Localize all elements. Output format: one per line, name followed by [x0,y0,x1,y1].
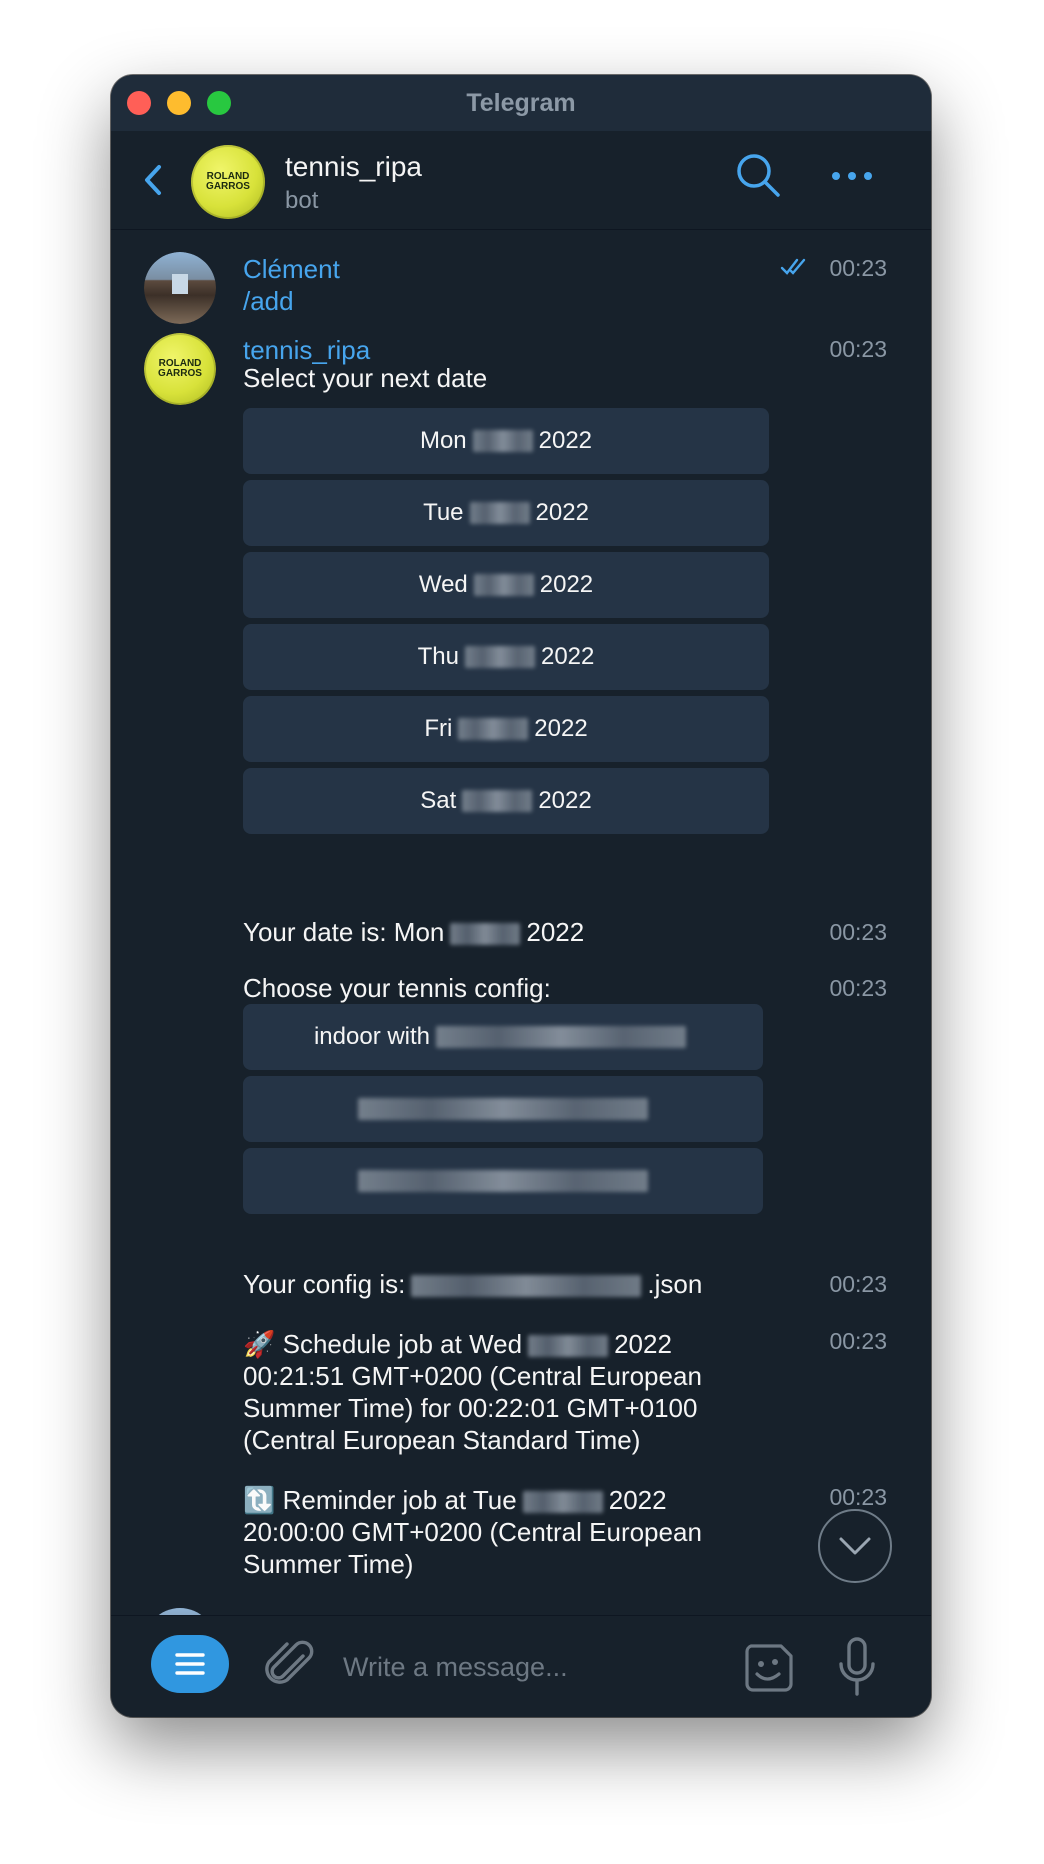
message-list[interactable]: Clément /add 00:23 ROLAND GARROS tennis_… [111,230,931,1690]
read-ticks-icon [780,258,806,275]
reminder-year: 2022 [608,1485,667,1515]
date-button-thu[interactable]: Thu 2022 [243,624,769,690]
date-button-day: Sat [420,787,457,814]
date-button-day: Tue [423,499,464,526]
chat-name[interactable]: tennis_ripa [285,151,422,183]
message-time: 00:23 [829,1271,887,1297]
date-button-fri[interactable]: Fri 2022 [243,696,769,762]
date-button-sat[interactable]: Sat 2022 [243,768,769,834]
message-input[interactable] [341,1646,705,1688]
user-avatar[interactable] [144,252,216,324]
date-button-year: 2022 [535,499,589,526]
date-confirmation-year: 2022 [526,917,585,947]
message-sender[interactable]: Clément [243,254,340,285]
scroll-down-button[interactable] [818,1509,892,1583]
reminder-line: Summer Time) [243,1549,414,1579]
date-button-year: 2022 [538,427,593,454]
minimize-window-button[interactable] [167,91,191,115]
config-confirmation-suffix: .json [647,1269,703,1299]
menu-icon [175,1653,205,1675]
message-time: 00:23 [829,975,887,1001]
date-button-year: 2022 [538,787,592,814]
avatar-logo-text: GARROS [206,181,250,192]
paperclip-icon[interactable] [265,1636,315,1694]
title-bar: Telegram [111,75,931,131]
zoom-window-button[interactable] [207,91,231,115]
message-text: Select your next date [243,363,488,393]
reminder-message: 🔃 Reminder job at Tue 2022 20:00:00 GMT+0… [243,1484,702,1580]
date-button-wed[interactable]: Wed 2022 [243,552,769,618]
window-title: Telegram [466,88,576,117]
reminder-line: 20:00:00 GMT+0200 (Central European [243,1517,702,1547]
chat-header: ROLAND GARROS tennis_ripa bot [111,131,931,230]
date-button-year: 2022 [540,643,595,670]
message-composer [111,1615,931,1717]
date-button-year: 2022 [539,571,594,598]
message-time: 00:23 [829,255,887,281]
config-button-2[interactable] [243,1076,763,1142]
more-icon[interactable] [829,161,875,191]
message-time: 00:23 [829,1328,887,1354]
message-time: 00:23 [829,919,887,945]
schedule-line: (Central European Standard Time) [243,1425,641,1455]
schedule-line: 00:21:51 GMT+0200 (Central European [243,1361,702,1391]
config-button-label: indoor with [313,1023,431,1050]
message-text: Choose your tennis config: [243,973,551,1003]
config-button-3[interactable] [243,1148,763,1214]
telegram-window: Telegram ROLAND GARROS tennis_ripa bot C… [111,75,931,1717]
schedule-year: 2022 [614,1329,672,1359]
date-button-day: Thu [417,643,459,670]
config-confirmation: Your config is: .json [243,1268,702,1300]
schedule-line: 🚀 Schedule job at Wed [243,1329,523,1359]
schedule-line: Summer Time) for 00:22:01 GMT+0100 [243,1393,698,1423]
bot-avatar[interactable]: ROLAND GARROS [144,333,216,405]
reminder-line: 🔃 Reminder job at Tue [243,1485,517,1515]
date-confirmation-prefix: Your date is: Mon [243,917,445,947]
close-window-button[interactable] [127,91,151,115]
config-button-1[interactable]: indoor with [243,1004,763,1070]
date-button-mon[interactable]: Mon 2022 [243,408,769,474]
date-button-day: Fri [424,715,453,742]
date-button-year: 2022 [534,715,588,742]
config-confirmation-prefix: Your config is: [243,1269,406,1299]
message-time: 00:23 [829,1484,887,1510]
search-icon[interactable] [734,151,782,199]
date-confirmation: Your date is: Mon 2022 [243,916,584,948]
date-button-day: Wed [418,571,468,598]
chat-avatar[interactable]: ROLAND GARROS [191,145,265,219]
chat-status: bot [285,187,319,214]
date-button-tue[interactable]: Tue 2022 [243,480,769,546]
microphone-icon[interactable] [835,1636,879,1698]
bot-menu-button[interactable] [151,1635,229,1693]
message-time: 00:23 [829,336,887,362]
date-button-day: Mon [419,427,467,454]
avatar-logo-text: GARROS [158,368,202,379]
schedule-message: 🚀 Schedule job at Wed 2022 00:21:51 GMT+0… [243,1328,702,1456]
sticker-icon[interactable] [741,1640,797,1696]
command-link[interactable]: /add [243,286,294,317]
chevron-down-icon [839,1537,871,1555]
back-arrow-icon[interactable] [141,161,165,199]
